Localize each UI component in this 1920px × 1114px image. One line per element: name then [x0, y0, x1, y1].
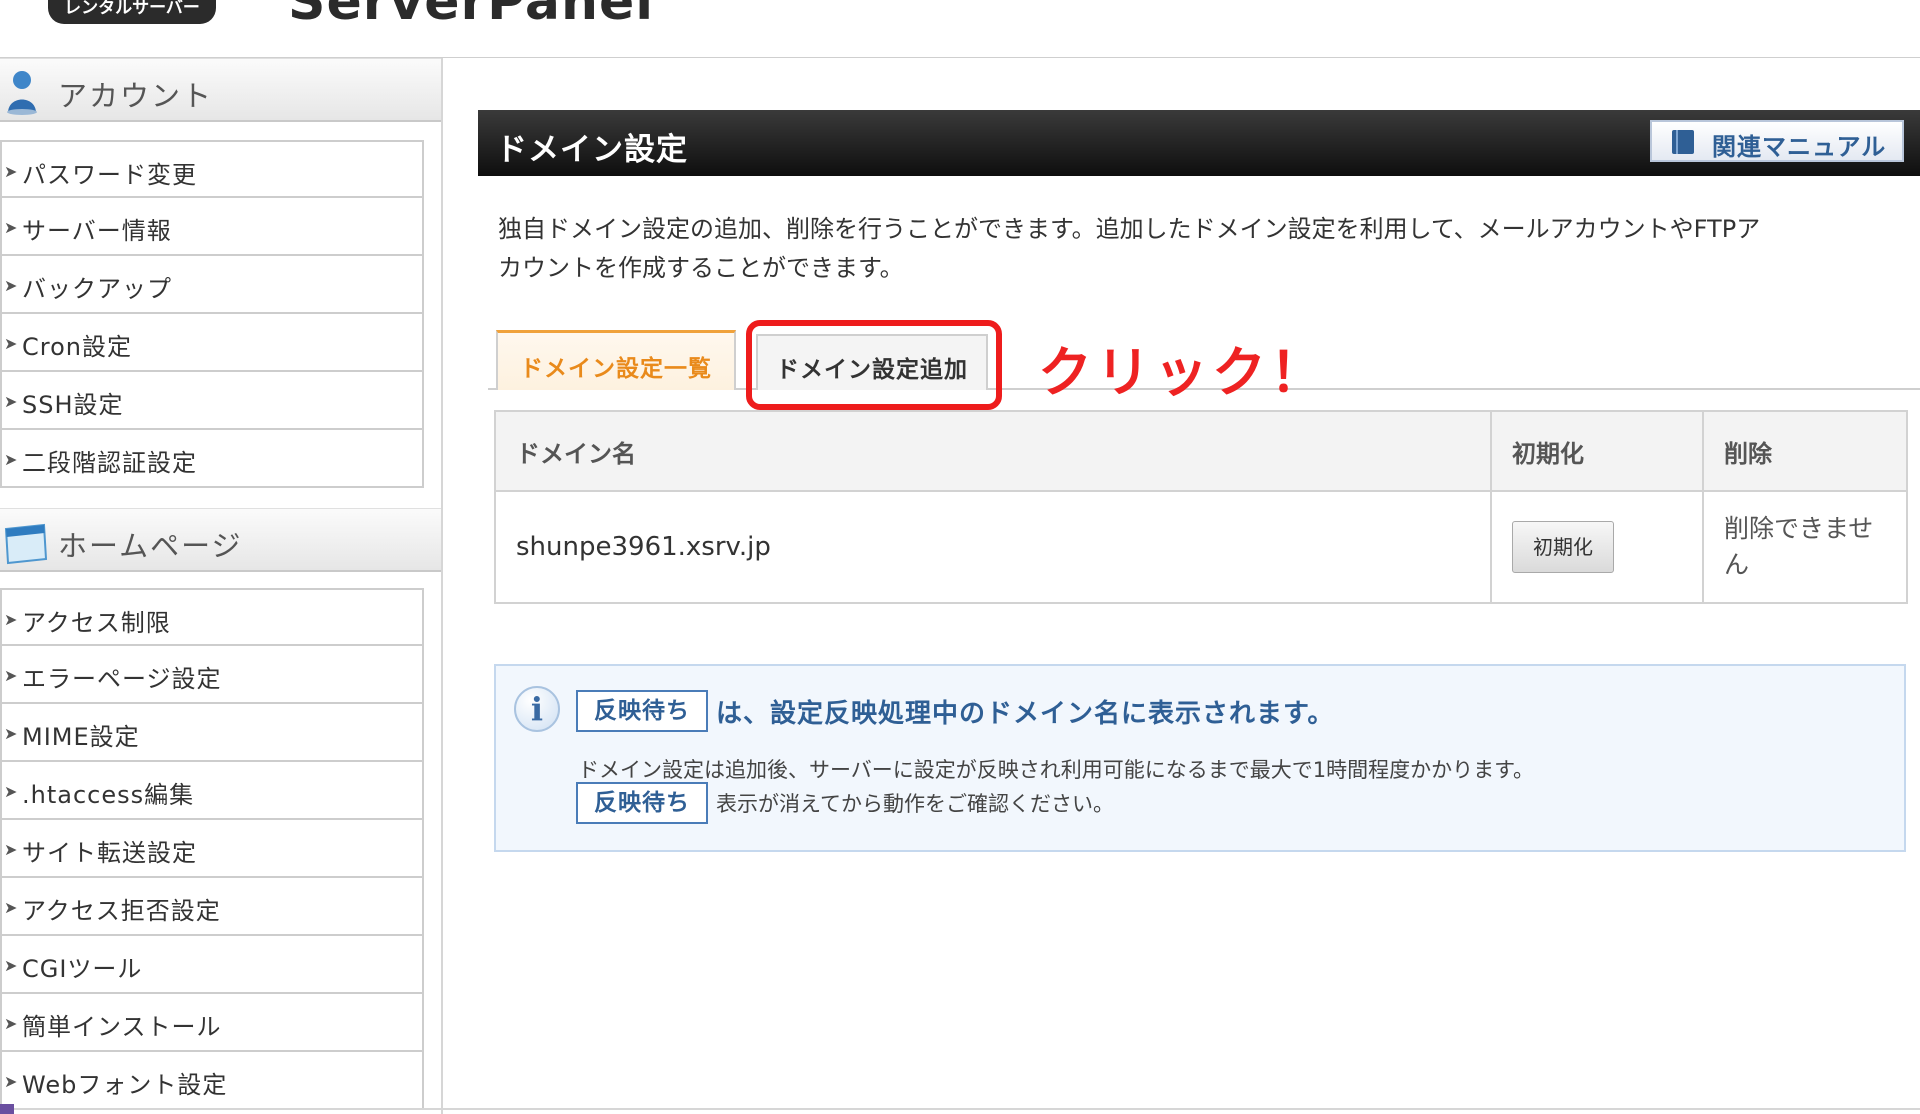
sidebar-item-label: エラーページ設定: [22, 665, 222, 693]
sidebar-section-title: ホームページ: [58, 529, 243, 563]
sidebar-item-label: MIME設定: [22, 723, 140, 751]
info-sub-text-2: 表示が消えてから動作をご確認ください。: [716, 792, 1114, 816]
intro-line-1: 独自ドメイン設定の追加、削除を行うことができます。追加したドメイン設定を利用して…: [498, 215, 1761, 243]
sidebar-section-title: アカウント: [58, 79, 214, 113]
person-icon: [4, 69, 44, 119]
chevron-right-icon: ➤: [4, 276, 18, 295]
sidebar-item-server-info[interactable]: ➤ サーバー情報: [0, 198, 424, 256]
chevron-right-icon: ➤: [4, 898, 18, 917]
brand-title: ServerPanel: [288, 0, 655, 32]
chevron-right-icon: ➤: [4, 392, 18, 411]
top-header: レンタルサーバー ServerPanel: [0, 0, 1920, 58]
info-sub-text-1: ドメイン設定は追加後、サーバーに設定が反映され利用可能になるまで最大で1時間程度…: [578, 758, 1535, 782]
pending-tag: 反映待ち: [576, 782, 708, 824]
click-annotation: クリック！: [1038, 341, 1328, 404]
sidebar-section-account: アカウント: [0, 58, 441, 122]
sidebar-item-ssh[interactable]: ➤ SSH設定: [0, 372, 424, 430]
table-row: shunpe3961.xsrv.jp 初期化 削除できません: [494, 490, 1908, 604]
sidebar-item-label: CGIツール: [22, 955, 143, 983]
sidebar-item-access-deny[interactable]: ➤ アクセス拒否設定: [0, 878, 424, 936]
sidebar-item-error-page[interactable]: ➤ エラーページ設定: [0, 646, 424, 704]
chevron-right-icon: ➤: [4, 1072, 18, 1091]
sidebar-item-label: バックアップ: [22, 275, 172, 303]
click-highlight-box: [746, 320, 1002, 410]
delete-cell: 削除できません: [1702, 490, 1908, 604]
bottom-corner-mark: [0, 1104, 14, 1114]
domain-name-cell: shunpe3961.xsrv.jp: [494, 490, 1492, 604]
chevron-right-icon: ➤: [4, 666, 18, 685]
book-icon: [1672, 130, 1694, 154]
sidebar-item-site-redirect[interactable]: ➤ サイト転送設定: [0, 820, 424, 878]
table-header-row: ドメイン名 初期化 削除: [494, 410, 1908, 492]
chevron-right-icon: ➤: [4, 450, 18, 469]
page-title: ドメイン設定: [496, 132, 688, 168]
delete-unavailable-text: 削除できません: [1724, 514, 1874, 579]
chevron-right-icon: ➤: [4, 724, 18, 743]
sidebar-item-label: Webフォント設定: [22, 1071, 228, 1099]
sidebar-item-label: Cron設定: [22, 333, 132, 361]
homepage-nav-list: ➤ アクセス制限 ➤ エラーページ設定 ➤ MIME設定 ➤ .htaccess編集 ➤…: [0, 588, 424, 1110]
tab-label: ドメイン設定一覧: [520, 356, 712, 382]
column-header-delete: 削除: [1702, 410, 1908, 492]
intro-text: 独自ドメイン設定の追加、削除を行うことができます。追加したドメイン設定を利用して…: [498, 210, 1918, 288]
sidebar-item-cgi-tools[interactable]: ➤ CGIツール: [0, 936, 424, 994]
sidebar-section-homepage: ホームページ: [0, 508, 441, 572]
sidebar-item-easy-install[interactable]: ➤ 簡単インストール: [0, 994, 424, 1052]
sidebar-item-backup[interactable]: ➤ バックアップ: [0, 256, 424, 314]
info-icon: i: [514, 686, 560, 732]
sidebar-item-label: サイト転送設定: [22, 839, 197, 867]
related-manual-label: 関連マニュアル: [1712, 133, 1887, 161]
intro-line-2: カウントを作成することができます。: [498, 254, 904, 282]
account-nav-list: ➤ パスワード変更 ➤ サーバー情報 ➤ バックアップ ➤ Cron設定 ➤ SSH設定 …: [0, 140, 424, 488]
chevron-right-icon: ➤: [4, 782, 18, 801]
sidebar-item-label: .htaccess編集: [22, 781, 195, 809]
info-box: i 反映待ち は、設定反映処理中のドメイン名に表示されます。 ドメイン設定は追加後…: [494, 664, 1906, 852]
pending-tag: 反映待ち: [576, 690, 708, 732]
sidebar-item-password[interactable]: ➤ パスワード変更: [0, 140, 424, 198]
info-main-line: 反映待ち は、設定反映処理中のドメイン名に表示されます。: [576, 690, 1334, 732]
sidebar-item-label: 二段階認証設定: [22, 449, 197, 477]
init-cell: 初期化: [1490, 490, 1704, 604]
info-sub-line-2: 反映待ち 表示が消えてから動作をご確認ください。: [576, 782, 1114, 824]
sidebar-item-label: サーバー情報: [22, 217, 172, 245]
sidebar-item-htaccess[interactable]: ➤ .htaccess編集: [0, 762, 424, 820]
sidebar-item-web-font[interactable]: ➤ Webフォント設定: [0, 1052, 424, 1110]
sidebar-item-label: パスワード変更: [22, 161, 197, 189]
chevron-right-icon: ➤: [4, 162, 18, 181]
chevron-right-icon: ➤: [4, 610, 18, 629]
sidebar-item-label: アクセス拒否設定: [22, 897, 221, 925]
tab-domain-list[interactable]: ドメイン設定一覧: [496, 330, 736, 390]
sidebar-item-label: 簡単インストール: [22, 1013, 222, 1041]
chevron-right-icon: ➤: [4, 956, 18, 975]
bottom-divider: [0, 1108, 1920, 1110]
sidebar: アカウント ➤ パスワード変更 ➤ サーバー情報 ➤ バックアップ ➤ Cron設定 ➤…: [0, 58, 443, 1114]
brand-badge: レンタルサーバー: [48, 0, 216, 24]
column-header-domain: ドメイン名: [494, 410, 1492, 492]
chevron-right-icon: ➤: [4, 1014, 18, 1033]
panel-header: ドメイン設定 関連マニュアル: [478, 110, 1920, 176]
sidebar-item-access-limit[interactable]: ➤ アクセス制限: [0, 588, 424, 646]
sidebar-item-label: アクセス制限: [22, 609, 171, 637]
chevron-right-icon: ➤: [4, 334, 18, 353]
sidebar-item-two-factor[interactable]: ➤ 二段階認証設定: [0, 430, 424, 488]
chevron-right-icon: ➤: [4, 840, 18, 859]
initialize-button[interactable]: 初期化: [1512, 521, 1614, 573]
info-message: は、設定反映処理中のドメイン名に表示されます。: [716, 698, 1335, 729]
chevron-right-icon: ➤: [4, 218, 18, 237]
webpage-icon: [4, 519, 50, 569]
sidebar-item-label: SSH設定: [22, 391, 124, 419]
sidebar-item-mime[interactable]: ➤ MIME設定: [0, 704, 424, 762]
column-header-init: 初期化: [1490, 410, 1704, 492]
related-manual-button[interactable]: 関連マニュアル: [1650, 120, 1904, 162]
sidebar-item-cron[interactable]: ➤ Cron設定: [0, 314, 424, 372]
domain-table: ドメイン名 初期化 削除 shunpe3961.xsrv.jp 初期化 削除でき…: [494, 410, 1908, 604]
